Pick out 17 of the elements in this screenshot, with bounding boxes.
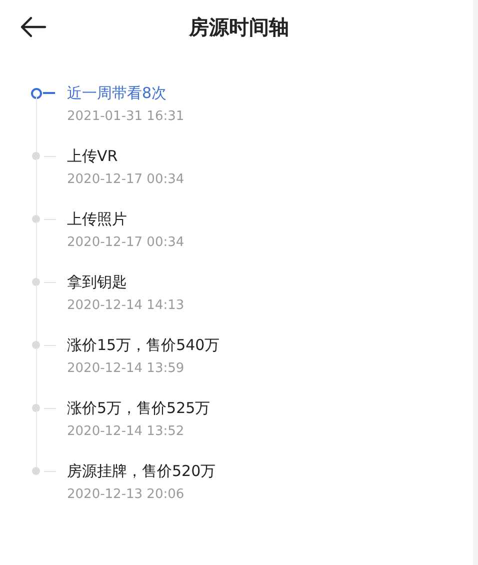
event-title: 上传VR <box>67 146 119 167</box>
event-time: 2020-12-13 20:06 <box>67 486 186 504</box>
event-time: 2020-12-14 13:52 <box>67 423 186 441</box>
page-title: 房源时间轴 <box>189 14 289 40</box>
event-title: 上传照片 <box>67 209 128 230</box>
event-title: 拿到钥匙 <box>67 272 128 293</box>
back-arrow-icon <box>19 16 47 38</box>
event-time: 2021-01-31 16:31 <box>67 108 184 126</box>
event-time: 2020-12-17 00:34 <box>67 234 184 252</box>
back-button[interactable] <box>18 14 48 40</box>
event-time: 2020-12-14 13:59 <box>67 360 186 378</box>
event-time: 2020-12-14 14:13 <box>67 297 184 315</box>
event-title: 涨价5万，售价525万 <box>67 398 210 419</box>
event-title: 房源挂牌，售价520万 <box>67 461 216 482</box>
event-title: 近一周带看8次 <box>67 83 168 104</box>
event-time: 2020-12-17 00:34 <box>67 171 184 189</box>
event-title: 涨价15万，售价540万 <box>67 335 220 356</box>
